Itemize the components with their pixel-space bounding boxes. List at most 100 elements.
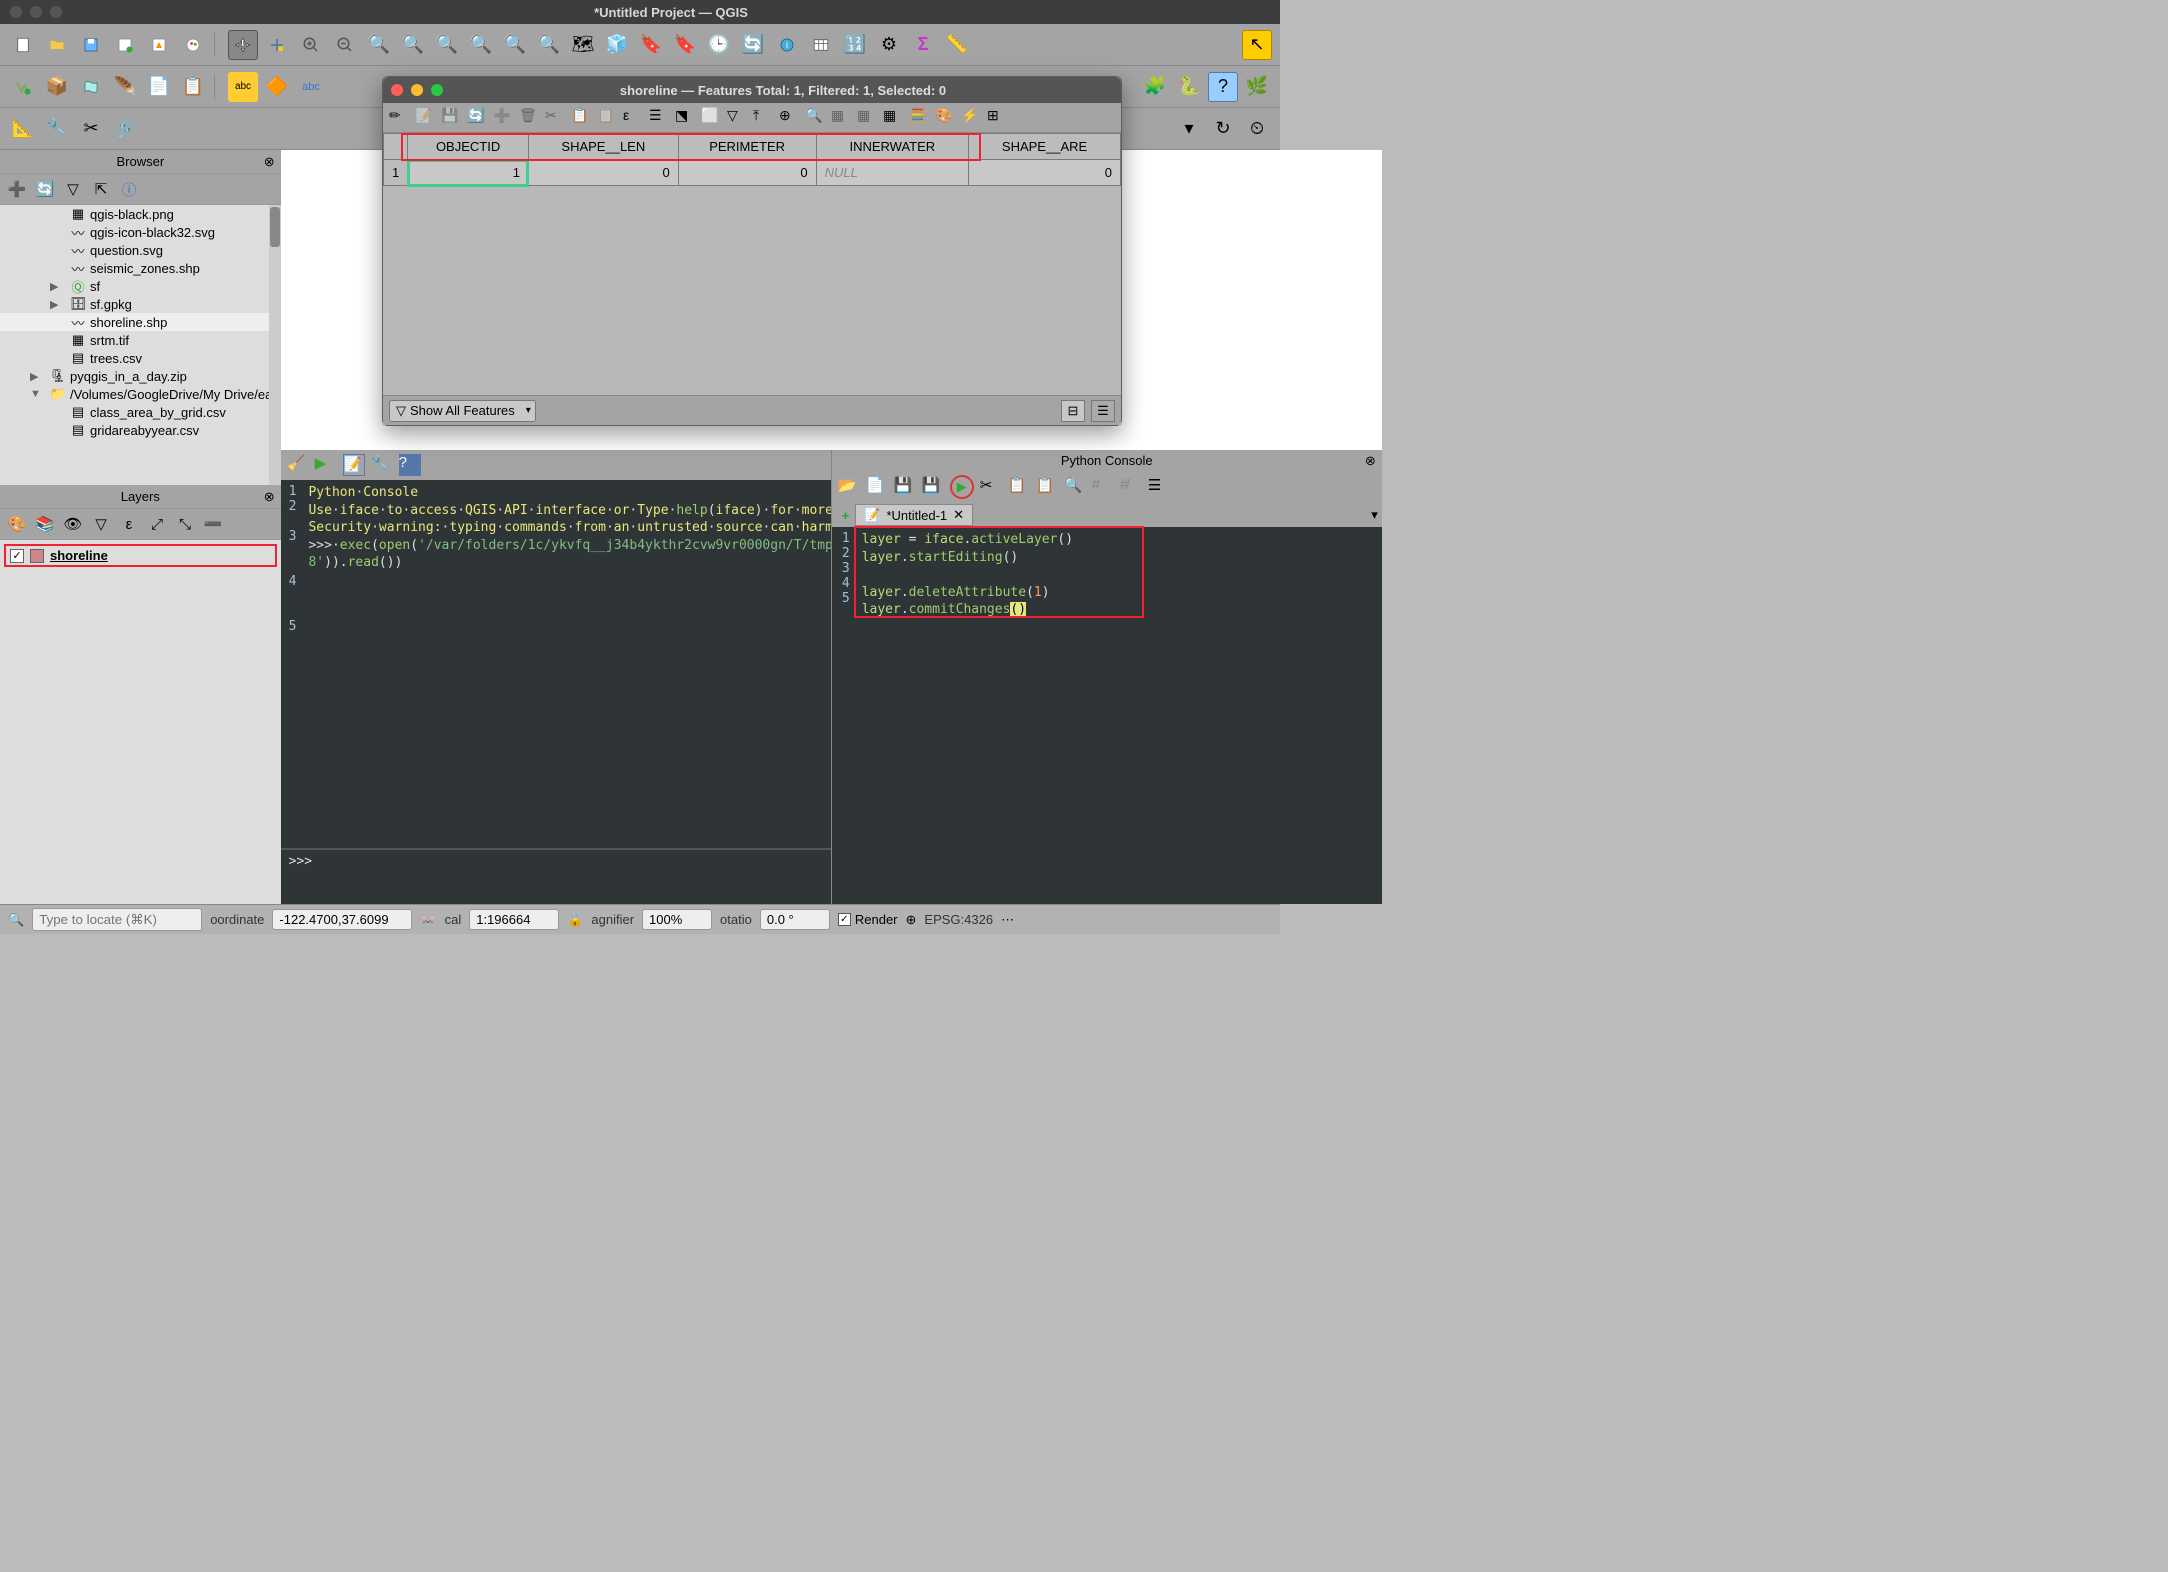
clear-console-icon[interactable]: 🧹 <box>287 454 309 476</box>
layer-name[interactable]: shoreline <box>50 548 108 563</box>
select-all-icon[interactable]: ☰ <box>649 107 671 129</box>
annotation-button[interactable]: abc <box>296 72 326 102</box>
measure-button[interactable]: 📏 <box>942 30 972 60</box>
attribute-table[interactable]: OBJECTID SHAPE__LEN PERIMETER INNERWATER… <box>383 133 1121 186</box>
zoom-native-button[interactable]: 🔍 <box>466 30 496 60</box>
temporal-controller-button[interactable]: 🕒 <box>704 30 734 60</box>
save-project-button[interactable] <box>76 30 106 60</box>
digitize-edit-button[interactable]: 📐 <box>8 114 38 144</box>
graph-dropdown[interactable]: ▾ <box>1174 114 1204 144</box>
zoom-full-button[interactable]: 🔍 <box>364 30 394 60</box>
new-bookmark-button[interactable]: 🔖 <box>636 30 666 60</box>
filter-icon[interactable]: ▽ <box>727 107 749 129</box>
uncomment-icon[interactable]: #̸ <box>1120 476 1142 498</box>
layers-collapse-icon[interactable]: ⤡ <box>174 513 196 535</box>
history-icon[interactable]: ⏲ <box>1242 114 1272 144</box>
tabs-menu-icon[interactable]: ▾ <box>1371 507 1378 523</box>
zoom-selection-button[interactable]: 🔍 <box>398 30 428 60</box>
cut-icon[interactable]: ✂ <box>980 476 1002 498</box>
rotation-value[interactable]: 0.0 ° <box>760 909 830 930</box>
add-layer-icon[interactable]: ➕ <box>6 178 28 200</box>
layers-remove-icon[interactable]: ➖ <box>202 513 224 535</box>
zoom-in-button[interactable] <box>296 30 326 60</box>
python-editor[interactable]: 12345 layer = iface.activeLayer() layer.… <box>832 527 1382 904</box>
python-input[interactable]: >>> <box>281 848 831 904</box>
paste-icon[interactable]: 📋 <box>1036 476 1058 498</box>
pan-map-button[interactable] <box>228 30 258 60</box>
table-cell[interactable]: 0 <box>969 160 1121 186</box>
attr-titlebar[interactable]: shoreline — Features Total: 1, Filtered:… <box>383 77 1121 103</box>
new-map-view-button[interactable]: 🗺 <box>568 30 598 60</box>
properties-icon[interactable]: ⓘ <box>118 178 140 200</box>
field-calc-button[interactable]: 🔢 <box>840 30 870 60</box>
save-script-icon[interactable]: 💾 <box>894 476 916 498</box>
digitize-tool-3[interactable]: ✂ <box>76 114 106 144</box>
object-inspector-icon[interactable]: ☰ <box>1148 476 1170 498</box>
reload-icon[interactable]: 🔄 <box>467 107 489 129</box>
add-feature-icon[interactable]: ➕ <box>493 107 515 129</box>
dock-icon[interactable]: ⊞ <box>987 107 1009 129</box>
run-command-icon[interactable]: ▶ <box>315 454 337 476</box>
layer-visibility-checkbox[interactable]: ✓ <box>10 549 24 563</box>
new-virtual-layer-button[interactable]: 📋 <box>178 72 208 102</box>
new-print-layout-button[interactable] <box>110 30 140 60</box>
show-bookmarks-button[interactable]: 🔖 <box>670 30 700 60</box>
processing-icon[interactable]: ↻ <box>1208 114 1238 144</box>
zoom-to-selected-icon[interactable]: 🔍 <box>805 107 827 129</box>
label-toolbar-button[interactable]: abc <box>228 72 258 102</box>
table-cell[interactable]: 0 <box>678 160 816 186</box>
layers-add-group-icon[interactable]: 📚 <box>34 513 56 535</box>
conditional-formatting-icon[interactable]: 🎨 <box>935 107 957 129</box>
options-icon[interactable]: 🔧 <box>371 454 393 476</box>
attr-table-wrap[interactable]: OBJECTID SHAPE__LEN PERIMETER INNERWATER… <box>383 133 1121 395</box>
collapse-icon[interactable]: ▼ <box>30 388 41 400</box>
new-temp-scratch-button[interactable]: 📄 <box>144 72 174 102</box>
delete-field-icon[interactable]: ▦ <box>857 107 879 129</box>
new-spatialite-button[interactable]: 🪶 <box>110 72 140 102</box>
new-3d-view-button[interactable]: 🧊 <box>602 30 632 60</box>
organize-columns-icon[interactable]: ▦ <box>883 107 905 129</box>
attr-minimize-button[interactable] <box>411 84 423 96</box>
attr-zoom-button[interactable] <box>431 84 443 96</box>
scale-value[interactable]: 1:196664 <box>469 909 559 930</box>
plugin-icon[interactable]: 🌿 <box>1242 72 1272 102</box>
toggle-editing-icon[interactable]: ✏ <box>389 107 411 129</box>
table-corner[interactable] <box>384 134 408 160</box>
layers-style-icon[interactable]: 🎨 <box>6 513 28 535</box>
zoom-window-button[interactable] <box>50 6 62 18</box>
column-header[interactable]: INNERWATER <box>816 134 969 160</box>
actions-icon[interactable]: ⚡ <box>961 107 983 129</box>
table-cell-null[interactable]: NULL <box>816 160 969 186</box>
python-console-button[interactable]: 🐍 <box>1174 72 1204 102</box>
zoom-layer-button[interactable]: 🔍 <box>432 30 462 60</box>
invert-selection-icon[interactable]: ⬔ <box>675 107 697 129</box>
messages-icon[interactable]: ⋯ <box>1001 912 1014 928</box>
filter-browser-icon[interactable]: ▽ <box>62 178 84 200</box>
copy-icon[interactable]: 📋 <box>571 107 593 129</box>
expand-icon[interactable]: ▶ <box>50 298 58 311</box>
new-script-icon[interactable]: 📄 <box>866 476 888 498</box>
style-manager-button[interactable] <box>178 30 208 60</box>
new-geopackage-button[interactable]: 📦 <box>42 72 72 102</box>
zoom-out-button[interactable] <box>330 30 360 60</box>
move-to-top-icon[interactable]: ⤒ <box>753 107 775 129</box>
browser-tree[interactable]: ▦qgis-black.png 〰qgis-icon-black32.svg 〰… <box>0 205 281 485</box>
zoom-next-button[interactable]: 🔍 <box>534 30 564 60</box>
open-project-button[interactable] <box>42 30 72 60</box>
close-tab-icon[interactable]: ✕ <box>953 507 964 523</box>
expand-icon[interactable]: ▶ <box>30 370 38 383</box>
toolbox-button[interactable]: ⚙ <box>874 30 904 60</box>
editor-tab[interactable]: 📝 *Untitled-1 ✕ <box>855 504 973 526</box>
show-features-dropdown[interactable]: ▽ Show All Features <box>389 400 536 422</box>
run-script-icon[interactable]: ▶ <box>950 475 974 499</box>
browser-close-icon[interactable]: ⊗ <box>264 154 275 170</box>
paste-icon[interactable]: 📋 <box>597 107 619 129</box>
pan-to-selection-button[interactable] <box>262 30 292 60</box>
editor-code[interactable]: layer = iface.activeLayer() layer.startE… <box>856 527 1382 904</box>
layer-row[interactable]: ✓ shoreline <box>4 544 277 567</box>
attribute-table-window[interactable]: shoreline — Features Total: 1, Filtered:… <box>382 76 1122 426</box>
plugins-button[interactable]: 🧩 <box>1140 72 1170 102</box>
column-header[interactable]: SHAPE__ARE <box>969 134 1121 160</box>
browser-scrollbar[interactable] <box>269 205 281 485</box>
column-header[interactable]: PERIMETER <box>678 134 816 160</box>
